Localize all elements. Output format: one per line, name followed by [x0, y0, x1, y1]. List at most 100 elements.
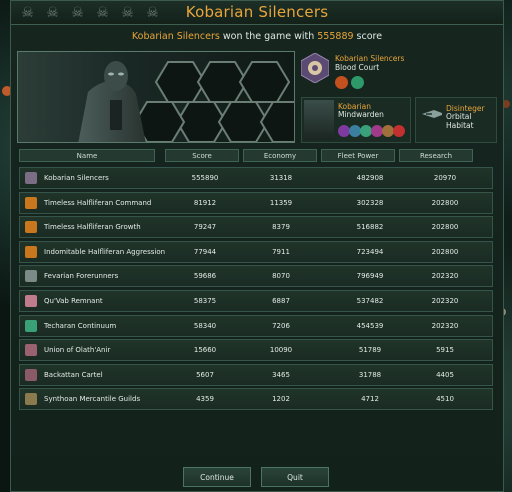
empire-emblem-icon — [25, 295, 37, 307]
table-row[interactable]: Timeless Halfliferan Command 81912 11359 30… — [19, 191, 493, 214]
row-empire-name: Synthoan Mercantile Guilds — [44, 395, 141, 404]
row-research: 202320 — [431, 272, 459, 281]
summary-text: won the game with — [219, 31, 318, 42]
row-research: 202800 — [431, 198, 459, 207]
table-row[interactable]: Fevarian Forerunners 59686 8070 796949 20232… — [19, 265, 493, 288]
table-row[interactable]: Qu'Vab Remnant 58375 6887 537482 202320 — [19, 290, 493, 312]
winner-name: Kobarian Silencers — [131, 31, 220, 42]
empire-emblem-icon — [301, 53, 329, 83]
empire-info-card: Kobarian Silencers Blood Court — [301, 51, 497, 93]
table-row[interactable]: Indomitable Halfliferan Aggression 77944 7… — [19, 240, 493, 263]
row-empire-name: Qu'Vab Remnant — [44, 297, 103, 305]
row-economy: 8070 — [272, 272, 290, 281]
row-fleet-power: 482908 — [356, 174, 384, 182]
row-research: 20970 — [433, 174, 457, 182]
row-economy: 11359 — [269, 198, 293, 207]
victory-summary: Kobarian Silencers won the game with 555… — [11, 31, 503, 42]
row-empire-name: Union of Olath'Anir — [44, 346, 111, 355]
row-fleet-power: 516882 — [356, 223, 384, 232]
row-fleet-power: 796949 — [356, 272, 384, 281]
row-score: 4359 — [196, 395, 214, 404]
row-empire-name: Timeless Halfliferan Growth — [44, 223, 141, 232]
window-title: Kobarian Silencers — [185, 3, 329, 21]
row-economy: 7911 — [272, 247, 290, 256]
row-score: 59686 — [193, 272, 217, 281]
window-header: ☠ ☠ ☠ ☠ ☠ ☠ Kobarian Silencers — [11, 1, 503, 25]
row-economy: 3465 — [272, 370, 290, 379]
row-economy: 7206 — [272, 321, 290, 330]
row-score: 79247 — [193, 223, 217, 232]
row-score: 15660 — [193, 346, 217, 355]
empire-portrait — [17, 51, 295, 143]
empire-emblem-icon — [25, 319, 37, 332]
row-economy: 6887 — [272, 297, 290, 305]
row-empire-name: Fevarian Forerunners — [44, 272, 119, 281]
row-score: 58340 — [193, 321, 217, 330]
row-fleet-power: 4712 — [361, 395, 379, 404]
row-economy: 31318 — [269, 174, 293, 182]
ship-type: Orbital Habitat — [446, 112, 474, 130]
empire-emblem-icon — [25, 172, 37, 184]
row-empire-name: Techaran Continuum — [44, 321, 117, 330]
row-research: 202320 — [431, 321, 459, 330]
empire-emblem-icon — [25, 368, 37, 381]
row-research: 4405 — [436, 370, 454, 379]
column-header-fleet-power[interactable]: Fleet Power — [321, 149, 395, 162]
row-fleet-power: 31788 — [358, 370, 382, 379]
empire-emblem-icon — [25, 270, 37, 283]
ship-info-card: Disinteger Orbital Habitat — [415, 97, 497, 143]
background-ghost-panel — [425, 419, 495, 449]
continue-button[interactable]: Continue — [183, 467, 251, 487]
leader-title: Mindwarden — [338, 110, 384, 119]
row-empire-name: Timeless Halfliferan Command — [44, 198, 152, 207]
empire-emblem-icon — [25, 196, 37, 209]
column-header-research[interactable]: Research — [399, 149, 473, 162]
row-fleet-power: 723494 — [356, 247, 384, 256]
column-header-name[interactable]: Name — [19, 149, 155, 162]
summary-suffix: score — [353, 31, 383, 42]
empire-name: Kobarian Silencers — [335, 54, 405, 63]
civic-icon[interactable] — [351, 76, 364, 89]
row-research: 202320 — [431, 297, 459, 305]
quit-button[interactable]: Quit — [261, 467, 329, 487]
row-fleet-power: 51789 — [358, 346, 382, 355]
table-row[interactable]: Backattan Cartel 5607 3465 31788 4405 — [19, 363, 493, 386]
column-header-score[interactable]: Score — [165, 149, 239, 162]
empire-emblem-icon — [25, 245, 37, 258]
row-score: 5607 — [196, 370, 214, 379]
row-score: 555890 — [191, 174, 219, 182]
leader-portrait — [304, 100, 334, 140]
row-empire-name: Backattan Cartel — [44, 370, 103, 379]
row-research: 5915 — [436, 346, 454, 355]
table-row[interactable]: Kobarian Silencers 555890 31318 482908 20970 — [19, 167, 493, 189]
leader-trait-icon[interactable] — [393, 125, 405, 137]
row-research: 202800 — [431, 223, 459, 232]
game-over-window: ☠ ☠ ☠ ☠ ☠ ☠ Kobarian Silencers Kobarian Silen… — [10, 0, 504, 492]
column-header-economy[interactable]: Economy — [243, 149, 317, 162]
table-row[interactable]: Synthoan Mercantile Guilds 4359 1202 4712 45… — [19, 388, 493, 411]
row-score: 58375 — [193, 297, 217, 305]
row-economy: 10090 — [269, 346, 293, 355]
leader-info-card: Kobarian Mindwarden — [301, 97, 411, 143]
table-row[interactable]: Timeless Halfliferan Growth 79247 8379 5168… — [19, 216, 493, 239]
row-research: 202800 — [431, 247, 459, 256]
row-fleet-power: 454539 — [356, 321, 384, 330]
row-economy: 8379 — [272, 223, 290, 232]
row-score: 77944 — [193, 247, 217, 256]
row-empire-name: Kobarian Silencers — [44, 174, 109, 182]
empire-emblem-icon — [25, 221, 37, 234]
row-fleet-power: 537482 — [356, 297, 384, 305]
row-score: 81912 — [193, 198, 217, 207]
row-research: 4510 — [436, 395, 454, 404]
row-fleet-power: 302328 — [356, 198, 384, 207]
row-empire-name: Indomitable Halfliferan Aggression — [44, 247, 166, 256]
table-header: Name Score Economy Fleet Power Research — [19, 149, 497, 163]
empire-government: Blood Court — [335, 63, 380, 72]
table-row[interactable]: Union of Olath'Anir 15660 10090 51789 5915 — [19, 339, 493, 362]
empire-emblem-icon — [25, 344, 37, 357]
empire-emblem-icon — [25, 393, 37, 406]
ethic-icon[interactable] — [335, 76, 348, 89]
table-row[interactable]: Techaran Continuum 58340 7206 454539 202320 — [19, 314, 493, 337]
starship-icon — [422, 110, 442, 118]
winner-score: 555889 — [317, 31, 354, 42]
